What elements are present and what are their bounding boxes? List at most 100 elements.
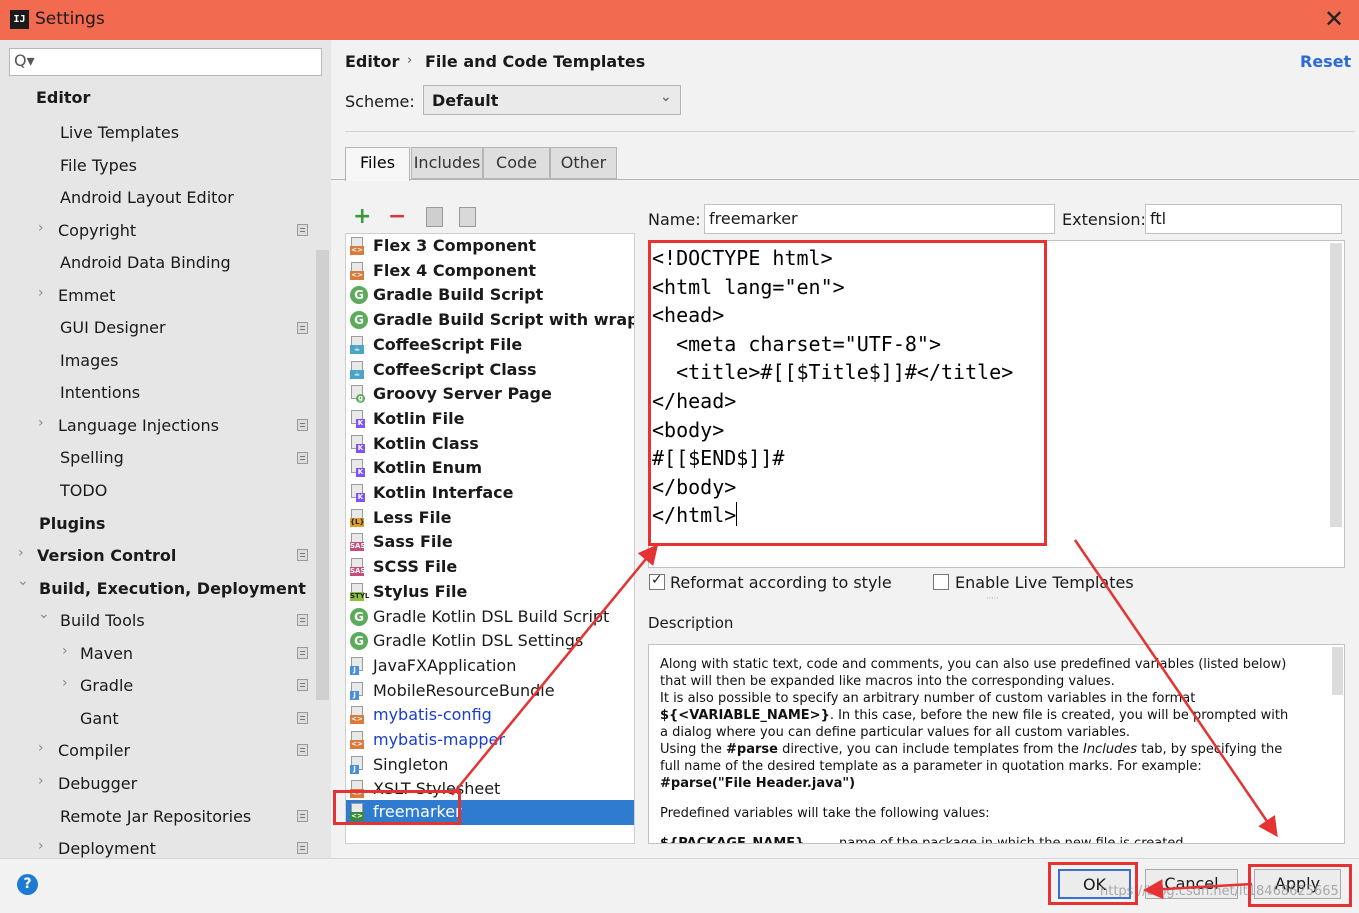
reset-template-icon[interactable]: [459, 207, 476, 227]
sidebar-item-android-layout-editor[interactable]: Android Layout Editor: [60, 188, 234, 207]
remove-template-icon[interactable]: −: [388, 203, 406, 231]
tab-includes[interactable]: Includes: [411, 147, 483, 179]
chevron-right-icon[interactable]: ›: [38, 415, 44, 431]
sidebar-item-emmet[interactable]: Emmet: [58, 286, 115, 305]
live-templates-checkbox[interactable]: [933, 574, 949, 590]
name-field[interactable]: freemarker: [704, 204, 1055, 234]
list-item[interactable]: K Kotlin Enum: [346, 456, 634, 481]
chevron-right-icon[interactable]: ›: [38, 220, 44, 236]
xml-file-icon: <>: [350, 731, 368, 749]
code-scrollbar[interactable]: [1330, 243, 1342, 527]
chevron-down-icon[interactable]: ⌄: [38, 606, 50, 622]
sidebar-item-gradle[interactable]: Gradle: [80, 676, 133, 695]
chevron-down-icon[interactable]: ⌄: [17, 573, 29, 589]
gradle-icon: G: [350, 607, 368, 626]
copy-template-icon[interactable]: [426, 207, 443, 227]
reformat-checkbox[interactable]: [649, 572, 665, 590]
list-item[interactable]: {L} Less File: [346, 506, 634, 531]
list-item[interactable]: K Kotlin Class: [346, 432, 634, 457]
close-button[interactable]: ✕: [1318, 4, 1350, 36]
sidebar-item-images[interactable]: Images: [60, 351, 118, 370]
kotlin-icon: K: [350, 409, 368, 428]
list-item[interactable]: G Gradle Build Script: [346, 283, 634, 308]
sidebar-item-build-tools[interactable]: Build Tools: [60, 611, 145, 630]
description-line: a dialog where you can define particular…: [660, 725, 1131, 740]
description-line: full name of the desired template as a p…: [660, 759, 1202, 774]
list-item[interactable]: J Singleton: [346, 753, 634, 778]
sass-icon: SASS: [350, 558, 370, 577]
sidebar-item-editor[interactable]: Editor: [36, 88, 90, 107]
splitter-handle[interactable]: ·····: [986, 594, 999, 603]
project-scope-icon: [297, 224, 308, 236]
sidebar-item-maven[interactable]: Maven: [80, 644, 133, 663]
chevron-right-icon[interactable]: ›: [62, 643, 68, 659]
list-item[interactable]: K Kotlin Interface: [346, 481, 634, 506]
highlight-box-code: [648, 240, 1047, 546]
list-item[interactable]: SASS Sass File: [346, 530, 634, 555]
sidebar-item-language-injections[interactable]: Language Injections: [58, 416, 219, 435]
list-item[interactable]: G Gradle Kotlin DSL Settings: [346, 629, 634, 654]
list-item[interactable]: SASS SCSS File: [346, 555, 634, 580]
list-item[interactable]: ☕ CoffeeScript File: [346, 333, 634, 358]
sidebar-item-file-types[interactable]: File Types: [60, 156, 137, 175]
list-item[interactable]: ☕ CoffeeScript Class: [346, 358, 634, 383]
sidebar-item-gui-designer[interactable]: GUI Designer: [60, 318, 166, 337]
less-icon: {L}: [350, 508, 368, 527]
template-list-toolbar: + −: [345, 203, 635, 233]
chevron-right-icon[interactable]: ›: [18, 545, 24, 561]
sidebar-item-build-execution-deployment[interactable]: Build, Execution, Deployment: [39, 579, 306, 598]
sidebar-item-todo[interactable]: TODO: [60, 481, 107, 500]
project-scope-icon: [297, 712, 308, 724]
list-item[interactable]: <> Flex 4 Component: [346, 259, 634, 284]
chevron-right-icon[interactable]: ›: [38, 773, 44, 789]
sidebar-item-intentions[interactable]: Intentions: [60, 383, 140, 402]
extension-field[interactable]: ftl: [1145, 204, 1342, 234]
sidebar-item-spelling[interactable]: Spelling: [60, 448, 124, 467]
project-scope-icon: [297, 614, 308, 626]
tab-other[interactable]: Other: [550, 147, 617, 179]
chevron-right-icon[interactable]: ›: [38, 838, 44, 854]
sidebar-scrollbar[interactable]: [316, 250, 329, 700]
list-item[interactable]: G Gradle Kotlin DSL Build Script: [346, 605, 634, 630]
search-input[interactable]: Q▾: [9, 48, 322, 76]
description-line: #parse("File Header.java"): [660, 776, 856, 791]
settings-sidebar: Q▾ Editor Live Templates File Types Andr…: [0, 40, 331, 858]
list-item[interactable]: GGradle Build Script with wrapper: [346, 308, 634, 333]
java-file-icon: J: [350, 681, 368, 700]
kotlin-icon: K: [350, 484, 368, 502]
sidebar-item-android-data-binding[interactable]: Android Data Binding: [60, 253, 231, 272]
intellij-app-icon: IJ: [10, 10, 29, 29]
project-scope-icon: [297, 744, 308, 756]
list-item[interactable]: K Kotlin File: [346, 407, 634, 432]
list-item[interactable]: J JavaFXApplication: [346, 654, 634, 679]
list-item[interactable]: g Groovy Server Page: [346, 382, 634, 407]
chevron-right-icon[interactable]: ›: [38, 285, 44, 301]
coffeescript-icon: ☕: [350, 360, 368, 379]
sidebar-item-gant[interactable]: Gant: [80, 709, 119, 728]
sidebar-item-debugger[interactable]: Debugger: [58, 774, 137, 793]
list-item[interactable]: <> mybatis-mapper: [346, 728, 634, 753]
scheme-select[interactable]: Default ⌄: [423, 85, 681, 115]
list-item[interactable]: <> Flex 3 Component: [346, 234, 634, 259]
tab-files[interactable]: Files: [345, 147, 410, 181]
help-icon[interactable]: ?: [17, 874, 38, 895]
reset-link[interactable]: Reset: [1300, 52, 1351, 71]
add-template-icon[interactable]: +: [353, 203, 371, 231]
list-item[interactable]: STYL Stylus File: [346, 580, 634, 605]
chevron-right-icon[interactable]: ›: [62, 675, 68, 691]
tab-code[interactable]: Code: [483, 147, 550, 179]
chevron-right-icon[interactable]: ›: [38, 740, 44, 756]
sidebar-item-copyright[interactable]: Copyright: [58, 221, 136, 240]
list-item[interactable]: J MobileResourceBundle: [346, 679, 634, 704]
list-item[interactable]: <> mybatis-config: [346, 703, 634, 728]
extension-label: Extension:: [1062, 210, 1146, 229]
sidebar-item-plugins[interactable]: Plugins: [39, 514, 105, 533]
template-list[interactable]: <> Flex 3 Component <> Flex 4 Component GG…: [345, 233, 635, 844]
sidebar-item-compiler[interactable]: Compiler: [58, 741, 130, 760]
sass-icon: SASS: [350, 533, 370, 552]
sidebar-item-remote-jar-repositories[interactable]: Remote Jar Repositories: [60, 807, 251, 826]
description-scrollbar[interactable]: [1332, 647, 1343, 695]
sidebar-item-version-control[interactable]: Version Control: [37, 546, 176, 565]
sidebar-item-live-templates[interactable]: Live Templates: [60, 123, 179, 142]
sidebar-item-deployment[interactable]: Deployment: [58, 839, 156, 858]
